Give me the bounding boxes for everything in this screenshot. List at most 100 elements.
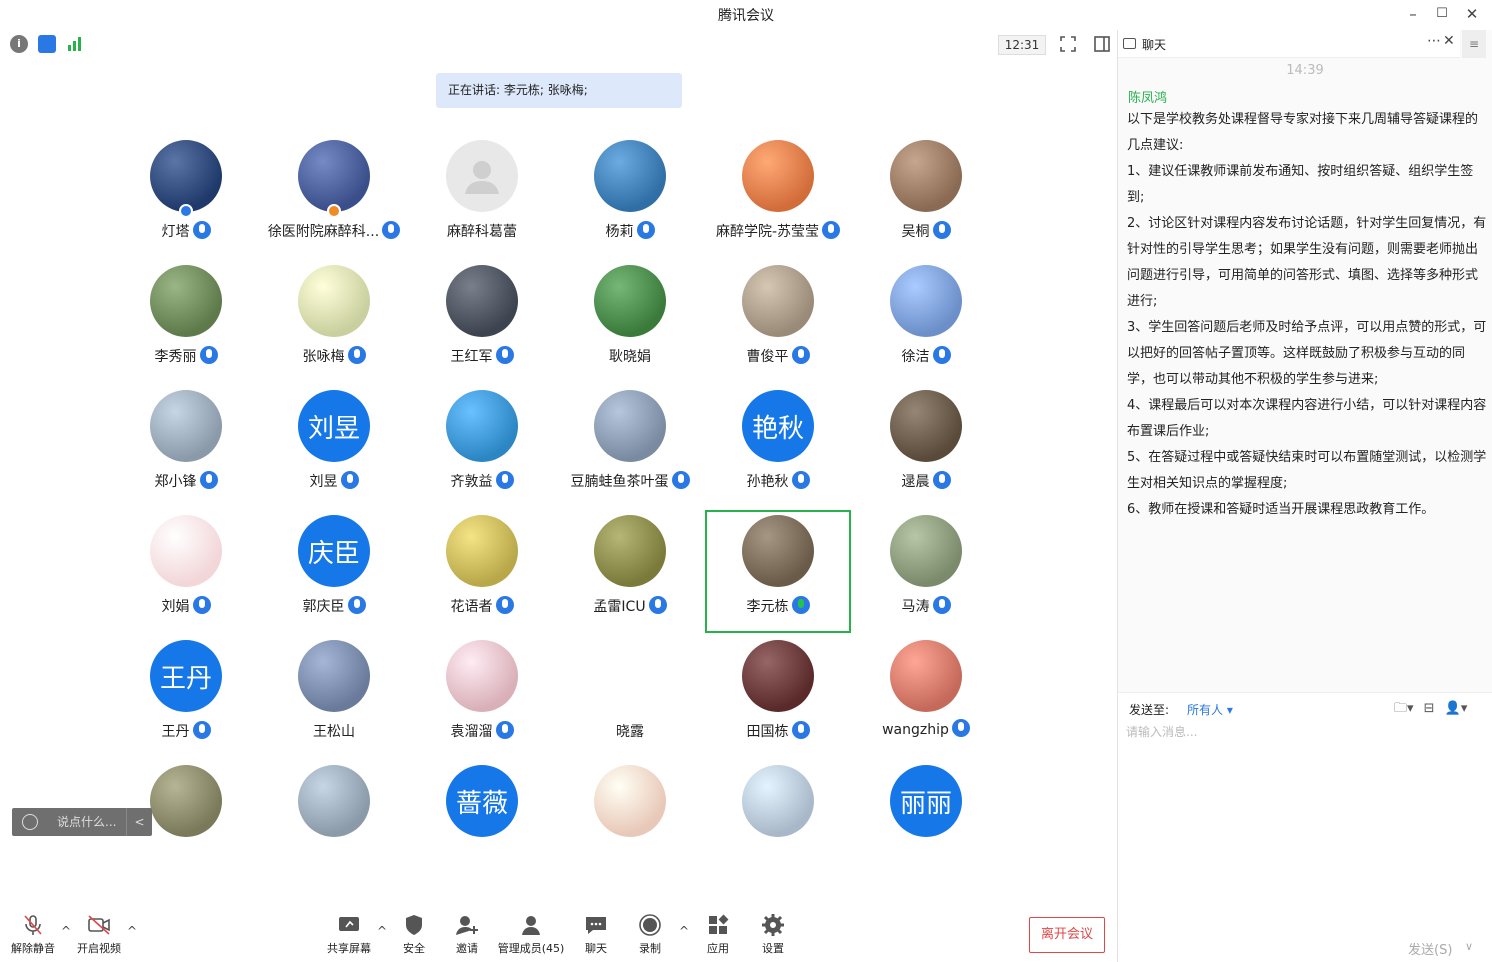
participant-name-text: 耿晓娟 (609, 349, 651, 365)
participant-tile[interactable]: 麻醉科葛蕾 (408, 134, 556, 259)
screenshot-icon[interactable]: ⊟ (1424, 701, 1435, 716)
signal-icon[interactable] (66, 35, 84, 53)
audio-options-arrow[interactable]: ^ (61, 924, 71, 938)
avatar (890, 140, 962, 212)
unmute-button[interactable]: 解除静音 (10, 914, 56, 956)
start-video-button[interactable]: 开启视频 (76, 914, 122, 956)
settings-button[interactable]: 设置 (759, 914, 787, 956)
avatar (150, 265, 222, 337)
participant-tile[interactable]: 徐洁 (852, 259, 1000, 384)
mic-icon (932, 346, 951, 364)
avatar (594, 515, 666, 587)
participant-tile[interactable]: 灯塔 (112, 134, 260, 259)
participant-tile[interactable]: 花语者 (408, 509, 556, 634)
participant-tile[interactable]: 刘昱 刘昱 (260, 384, 408, 509)
apps-button[interactable]: 应用 (704, 914, 732, 956)
participant-name: 刘昱 (260, 471, 408, 491)
participant-tile[interactable]: wangzhip (852, 634, 1000, 759)
maximize-button[interactable]: ☐ (1431, 4, 1453, 24)
participant-name-text: 孟雷ICU (593, 599, 646, 615)
participant-name: 麻醉学院-苏莹莹 (704, 221, 852, 241)
avatar: 刘昱 (298, 390, 370, 462)
participant-tile[interactable]: 晓露 (556, 634, 704, 759)
participant-tile[interactable]: 杨莉 (556, 134, 704, 259)
send-button[interactable]: 发送(S) (1408, 939, 1452, 958)
share-screen-label: 共享屏幕 (327, 942, 371, 955)
mic-icon (495, 721, 514, 739)
shield-icon[interactable] (38, 35, 56, 53)
participant-name: 郑小锋 (112, 471, 260, 491)
participant-tile[interactable]: 吴桐 (852, 134, 1000, 259)
participant-tile[interactable] (260, 759, 408, 884)
participant-tile[interactable]: 孟雷ICU (556, 509, 704, 634)
video-options-arrow[interactable]: ^ (127, 924, 137, 938)
participant-tile[interactable]: 张咏梅 (260, 259, 408, 384)
record-button[interactable]: 录制 (636, 914, 664, 956)
chat-panel: 聊天 ⋯ ✕ 14:39 陈凤鸿 以下是学校教务处课程督导专家对接下来几周辅导答… (1118, 30, 1492, 962)
panel-menu-icon[interactable]: ≡ (1462, 30, 1486, 58)
participant-name-text: 马涛 (901, 599, 930, 615)
avatar (150, 140, 222, 212)
participant-tile[interactable]: 王松山 (260, 634, 408, 759)
quick-chat-placeholder[interactable]: 说点什么... (57, 808, 116, 836)
participant-tile[interactable]: 田国栋 (704, 634, 852, 759)
send-options-arrow[interactable]: ∨ (1465, 940, 1473, 953)
chat-close-icon[interactable]: ✕ (1443, 33, 1455, 49)
participant-name: 李秀丽 (112, 346, 260, 366)
participant-tile[interactable]: 李秀丽 (112, 259, 260, 384)
participant-tile[interactable]: 马涛 (852, 509, 1000, 634)
apps-icon (706, 914, 730, 936)
participant-tile[interactable]: 郑小锋 (112, 384, 260, 509)
avatar (150, 390, 222, 462)
participant-name-text: 郑小锋 (154, 474, 197, 490)
participant-tile[interactable]: 袁溜溜 (408, 634, 556, 759)
share-options-arrow[interactable]: ^ (377, 924, 387, 938)
layout-icon[interactable] (1093, 35, 1111, 53)
collapse-arrow-icon[interactable]: < (126, 808, 152, 836)
mic-icon (192, 596, 211, 614)
participant-tile[interactable]: 逯晨 (852, 384, 1000, 509)
participant-tile[interactable]: 刘娟 (112, 509, 260, 634)
participant-tile[interactable]: 艳秋 孙艳秋 (704, 384, 852, 509)
record-options-arrow[interactable]: ^ (679, 924, 689, 938)
record-label: 录制 (639, 942, 661, 955)
security-button[interactable]: 安全 (400, 914, 428, 956)
participant-tile[interactable]: 蔷薇 (408, 759, 556, 884)
avatar (890, 515, 962, 587)
chat-button[interactable]: 聊天 (582, 914, 610, 956)
chat-input[interactable] (1126, 722, 1466, 742)
leave-meeting-button[interactable]: 离开会议 (1029, 917, 1105, 953)
participant-name-text: 张咏梅 (302, 349, 345, 365)
share-screen-button[interactable]: 共享屏幕 (325, 914, 373, 956)
avatar: 蔷薇 (446, 765, 518, 837)
quick-chat-bar[interactable]: 说点什么... < (12, 808, 152, 836)
info-icon[interactable]: i (10, 35, 28, 53)
participant-tile[interactable]: 王红军 (408, 259, 556, 384)
user-filter-icon[interactable]: 👤▾ (1445, 701, 1468, 716)
folder-icon[interactable]: 🗀▾ (1394, 701, 1414, 716)
participant-tile[interactable]: 豆腩蛙鱼茶叶蛋 (556, 384, 704, 509)
chat-timestamp: 14:39 (1286, 63, 1324, 78)
participant-tile[interactable]: 丽丽 (852, 759, 1000, 884)
participant-tile[interactable]: 曹俊平 (704, 259, 852, 384)
minimize-button[interactable]: – (1402, 4, 1424, 24)
avatar (298, 765, 370, 837)
manage-members-button[interactable]: 管理成员(45) (497, 914, 565, 956)
avatar (890, 265, 962, 337)
send-to-dropdown[interactable]: 所有人 ▾ (1187, 701, 1233, 718)
participant-tile[interactable] (556, 759, 704, 884)
more-icon[interactable]: ⋯ (1427, 33, 1441, 49)
emoji-icon[interactable] (22, 814, 38, 830)
participant-tile[interactable]: 麻醉学院-苏莹莹 (704, 134, 852, 259)
avatar: 王丹 (150, 640, 222, 712)
participant-tile[interactable]: 徐医附院麻醉科... (260, 134, 408, 259)
close-button[interactable]: ✕ (1461, 4, 1483, 24)
participant-tile[interactable]: 齐敦益 (408, 384, 556, 509)
participant-tile[interactable]: 庆臣 郭庆臣 (260, 509, 408, 634)
active-speaker-highlight (705, 510, 851, 633)
invite-button[interactable]: 邀请 (453, 914, 481, 956)
participant-tile[interactable]: 耿晓娟 (556, 259, 704, 384)
participant-tile[interactable]: 王丹 王丹 (112, 634, 260, 759)
participant-tile[interactable] (704, 759, 852, 884)
fullscreen-icon[interactable] (1059, 35, 1077, 53)
